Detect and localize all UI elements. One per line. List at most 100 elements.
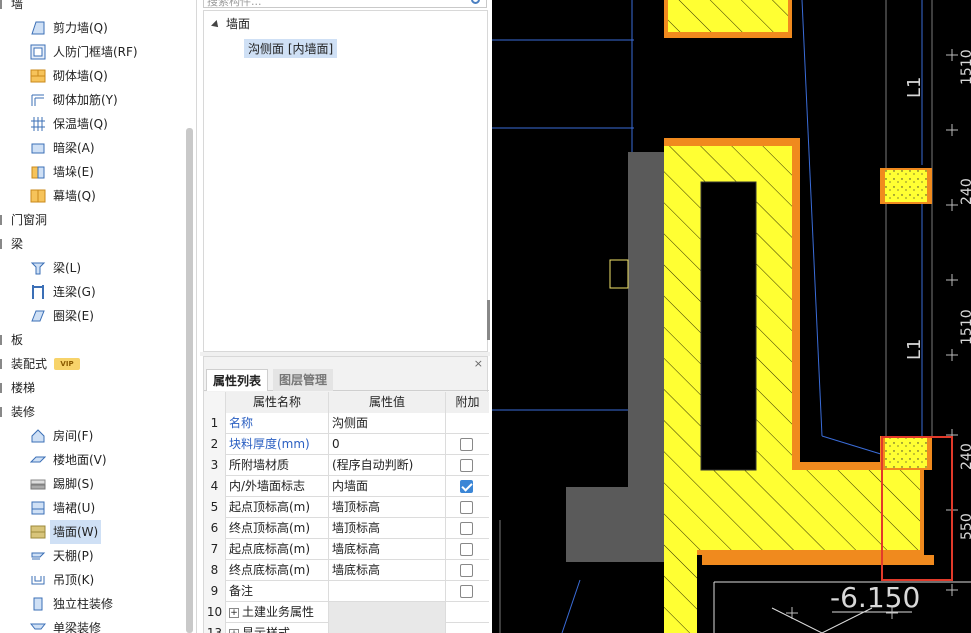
property-value[interactable]: 墙顶标高 xyxy=(329,518,446,539)
tree-item[interactable]: 剪力墙(Q) xyxy=(0,16,186,40)
room-icon xyxy=(30,428,46,444)
tree-item-label: 人防门框墙(RF) xyxy=(53,45,138,59)
component-type-tree: 墙剪力墙(Q) 人防门框墙(RF) 砌体墙(Q) 砌体加筋(Y) 保温墙(Q) 暗梁(A)… xyxy=(0,0,197,633)
tree-item[interactable]: 踢脚(S) xyxy=(0,472,186,496)
row-number: 6 xyxy=(204,518,226,539)
table-row[interactable]: 4 内/外墙面标志 内墙面 xyxy=(204,476,489,497)
search-icon[interactable] xyxy=(471,0,480,4)
category-marker-icon xyxy=(0,407,6,417)
tree-item[interactable]: 墙面(W) xyxy=(0,520,186,544)
add-checkbox[interactable] xyxy=(460,501,473,514)
expand-plus-icon[interactable]: + xyxy=(229,607,239,618)
table-row[interactable]: 8 终点底标高(m) 墙底标高 xyxy=(204,560,489,581)
property-value[interactable] xyxy=(329,602,446,623)
table-row[interactable]: 13+显示样式 xyxy=(204,623,489,633)
property-value[interactable]: 墙顶标高 xyxy=(329,497,446,518)
property-name: +显示样式 xyxy=(226,623,329,633)
tab-layer-management[interactable]: 图层管理 xyxy=(273,369,334,391)
tree-item-label: 板 xyxy=(11,333,24,347)
floor-icon xyxy=(29,452,47,468)
beam-icon xyxy=(30,260,46,276)
table-row[interactable]: 1 名称 沟侧面 xyxy=(204,413,489,434)
table-row[interactable]: 2 块料厚度(mm) 0 xyxy=(204,434,489,455)
wall-main[interactable] xyxy=(664,138,934,633)
add-checkbox[interactable] xyxy=(460,522,473,535)
properties-tabs: 属性列表 图层管理 xyxy=(204,369,489,391)
tree-item[interactable]: 吊顶(K) xyxy=(0,568,186,592)
tree-category[interactable]: 装配式 VIP xyxy=(0,352,186,376)
table-row[interactable]: 7 起点底标高(m) 墙底标高 xyxy=(204,539,489,560)
property-value[interactable]: 内墙面 xyxy=(329,476,446,497)
property-name-text: 内/外墙面标志 xyxy=(229,479,306,493)
tree-item[interactable]: 连梁(G) xyxy=(0,280,186,304)
add-checkbox[interactable] xyxy=(460,438,473,451)
tree-item[interactable]: 天棚(P) xyxy=(0,544,186,568)
tree-category[interactable]: 梁 xyxy=(0,232,186,256)
shear-wall-icon xyxy=(30,20,46,36)
property-value[interactable] xyxy=(329,623,446,633)
tree-category[interactable]: 墙 xyxy=(0,0,186,16)
panel-scrollbar[interactable] xyxy=(487,300,490,340)
add-checkbox[interactable] xyxy=(460,585,473,598)
tree-item-label: 连梁(G) xyxy=(53,285,96,299)
cad-drawing[interactable]: L1 L1 1510 1510 240 240 550 -6.150 xyxy=(492,0,971,633)
add-checkbox[interactable] xyxy=(460,459,473,472)
tree-item[interactable]: 墙垛(E) xyxy=(0,160,186,184)
tree-item[interactable]: 圈梁(E) xyxy=(0,304,186,328)
add-checkbox[interactable] xyxy=(460,543,473,556)
table-header: 属性名称 属性值 附加 xyxy=(204,392,489,413)
component-list-panel: 搜索构件... 墙面 沟侧面 [内墙面] × 属性列表 图层管理 属性名称 属性值… xyxy=(200,0,490,633)
tree-item[interactable]: 单梁装修 xyxy=(0,616,186,633)
tree-item-label: 砌体加筋(Y) xyxy=(53,93,118,107)
tree-item[interactable]: 砌体墙(Q) xyxy=(0,64,186,88)
tree-item[interactable]: 保温墙(Q) xyxy=(0,112,186,136)
table-row[interactable]: 5 起点顶标高(m) 墙顶标高 xyxy=(204,497,489,518)
row-number: 13 xyxy=(204,623,226,633)
property-value[interactable]: 墙底标高 xyxy=(329,560,446,581)
property-value[interactable]: (程序自动判断) xyxy=(329,455,446,476)
header-add: 附加 xyxy=(446,392,489,413)
tree-category[interactable]: 装修 xyxy=(0,400,186,424)
ring-beam-icon xyxy=(30,308,46,324)
cad-canvas[interactable]: L1 L1 1510 1510 240 240 550 -6.150 xyxy=(492,0,971,633)
expand-plus-icon[interactable]: + xyxy=(229,628,239,633)
tree-item-label: 门窗洞 xyxy=(11,213,48,227)
tree-item[interactable]: 暗梁(A) xyxy=(0,136,186,160)
add-checkbox[interactable] xyxy=(460,480,473,493)
property-value[interactable]: 0 xyxy=(329,434,446,455)
table-row[interactable]: 9 备注 xyxy=(204,581,489,602)
tree-item-label: 独立柱装修 xyxy=(53,597,114,611)
tree-scrollbar[interactable] xyxy=(186,128,193,633)
table-row[interactable]: 6 终点顶标高(m) 墙顶标高 xyxy=(204,518,489,539)
tree-node-root[interactable]: 墙面 xyxy=(226,15,250,32)
tree-item[interactable]: 幕墙(Q) xyxy=(0,184,186,208)
label-550: 550 xyxy=(959,513,971,540)
add-checkbox[interactable] xyxy=(460,564,473,577)
tree-item[interactable]: 楼地面(V) xyxy=(0,448,186,472)
property-name-text: 名称 xyxy=(229,416,254,430)
tree-item[interactable]: 墙裙(U) xyxy=(0,496,186,520)
collapse-arrow-icon[interactable] xyxy=(211,20,221,30)
masonry-wall-icon xyxy=(30,68,46,84)
tree-category[interactable]: 楼梯 xyxy=(0,376,186,400)
property-value[interactable] xyxy=(329,581,446,602)
tree-category[interactable]: 板 xyxy=(0,328,186,352)
category-marker-icon xyxy=(0,335,6,345)
property-value[interactable]: 沟侧面 xyxy=(329,413,446,434)
search-input[interactable]: 搜索构件... xyxy=(203,0,487,8)
tree-item[interactable]: 砌体加筋(Y) xyxy=(0,88,186,112)
property-value[interactable]: 墙底标高 xyxy=(329,539,446,560)
civil-defense-door-wall-icon xyxy=(30,44,46,60)
category-marker-icon xyxy=(0,239,6,249)
tree-item[interactable]: 人防门框墙(RF) xyxy=(0,40,186,64)
tree-item[interactable]: 独立柱装修 xyxy=(0,592,186,616)
label-1510-top: 1510 xyxy=(959,49,971,85)
tree-item[interactable]: 梁(L) xyxy=(0,256,186,280)
table-row[interactable]: 10 + 土建业务属性 xyxy=(204,602,489,623)
tree-item[interactable]: 房间(F) xyxy=(0,424,186,448)
tree-category[interactable]: 门窗洞 xyxy=(0,208,186,232)
property-name-text: 起点顶标高(m) xyxy=(229,500,311,514)
tab-property-list[interactable]: 属性列表 xyxy=(206,369,269,391)
table-row[interactable]: 3 所附墙材质 (程序自动判断) xyxy=(204,455,489,476)
tree-node-selected[interactable]: 沟侧面 [内墙面] xyxy=(244,39,338,58)
